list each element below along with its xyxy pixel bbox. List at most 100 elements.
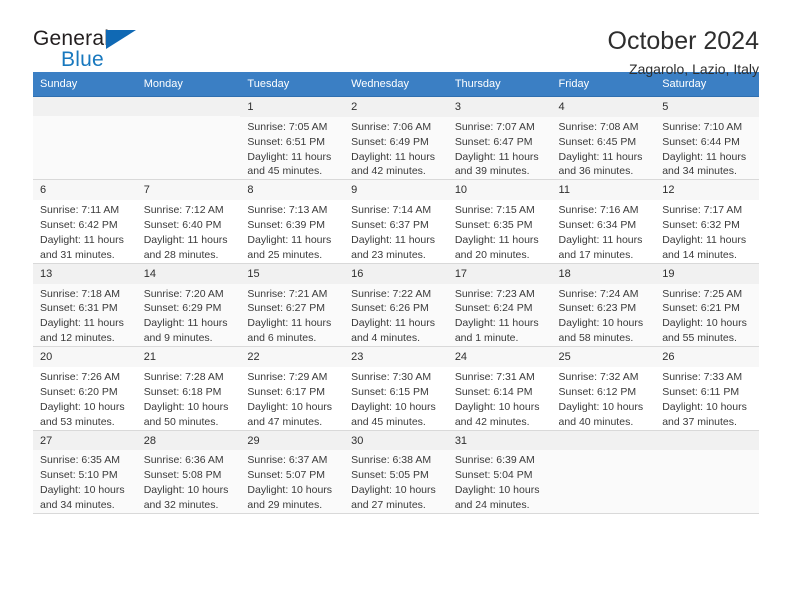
day-sun-info: Sunrise: 7:24 AM Sunset: 6:23 PM Daylight:… (552, 284, 656, 347)
day-sun-info: Sunrise: 7:28 AM Sunset: 6:18 PM Daylight:… (137, 367, 241, 430)
day-number: 20 (33, 347, 137, 367)
sunset-text: Sunset: 6:21 PM (662, 302, 740, 315)
sunset-text: Sunset: 5:07 PM (247, 469, 326, 482)
sunset-text: Sunset: 6:51 PM (247, 135, 326, 148)
calendar-day-cell[interactable]: 15 Sunrise: 7:21 AM Sunset: 6:27 PM Dayligh… (240, 262, 345, 348)
calendar-day-cell[interactable]: 8 Sunrise: 7:13 AM Sunset: 6:39 PM Daylight… (240, 179, 345, 264)
day-number: 16 (344, 263, 448, 284)
daylight-text: Daylight: 10 hours and 50 minutes. (143, 400, 229, 428)
calendar-page: General Blue October 2024 Zagarolo, Lazi… (0, 0, 792, 612)
sunset-text: Sunset: 6:20 PM (40, 385, 118, 398)
day-sun-info: Sunrise: 7:25 AM Sunset: 6:21 PM Daylight:… (655, 284, 759, 347)
sunrise-text: Sunrise: 7:16 AM (558, 204, 639, 217)
calendar-day-cell[interactable]: 28 Sunrise: 6:36 AM Sunset: 5:08 PM Dayligh… (136, 429, 241, 514)
day-sun-info: Sunrise: 7:16 AM Sunset: 6:34 PM Daylight:… (552, 200, 656, 263)
calendar-body: 1 Sunrise: 7:05 AM Sunset: 6:51 PM Daylight… (33, 95, 759, 514)
day-sun-info: Sunrise: 7:14 AM Sunset: 6:37 PM Daylight:… (344, 200, 448, 263)
calendar-day-cell[interactable]: 11 Sunrise: 7:16 AM Sunset: 6:34 PM Dayligh… (551, 179, 656, 264)
calendar-table: Sunday Monday Tuesday Wednesday Thursday… (33, 72, 759, 514)
sunset-text: Sunset: 6:47 PM (454, 135, 533, 148)
calendar-day-cell[interactable]: 2 Sunrise: 7:06 AM Sunset: 6:49 PM Daylight… (344, 95, 448, 181)
day-sun-info: Sunrise: 7:12 AM Sunset: 6:40 PM Daylight:… (137, 200, 241, 263)
sunset-text: Sunset: 5:04 PM (454, 469, 533, 482)
calendar-day-cell[interactable]: 23 Sunrise: 7:30 AM Sunset: 6:15 PM Dayligh… (344, 346, 448, 431)
calendar-day-cell[interactable]: 29 Sunrise: 6:37 AM Sunset: 5:07 PM Dayligh… (240, 429, 345, 514)
daylight-text: Daylight: 10 hours and 53 minutes. (40, 400, 125, 428)
triangle-logo-icon (106, 30, 136, 49)
sunset-text: Sunset: 6:35 PM (454, 219, 533, 232)
calendar-week-row: 27 Sunrise: 6:35 AM Sunset: 5:10 PM Dayligh… (33, 429, 759, 514)
weekday-header-monday: Monday (136, 72, 241, 97)
calendar-day-cell[interactable]: 10 Sunrise: 7:15 AM Sunset: 6:35 PM Dayligh… (447, 179, 552, 264)
calendar-day-cell[interactable]: 18 Sunrise: 7:24 AM Sunset: 6:23 PM Dayligh… (551, 262, 656, 348)
day-sun-info: Sunrise: 7:23 AM Sunset: 6:24 PM Daylight:… (448, 284, 552, 347)
sunrise-text: Sunrise: 7:10 AM (662, 120, 743, 133)
calendar-cell-empty (655, 429, 759, 514)
daylight-text: Daylight: 10 hours and 37 minutes. (662, 400, 747, 428)
day-sun-info: Sunrise: 7:17 AM Sunset: 6:32 PM Daylight:… (655, 200, 759, 263)
day-sun-info: Sunrise: 7:21 AM Sunset: 6:27 PM Daylight:… (240, 284, 344, 347)
day-sun-info: Sunrise: 7:06 AM Sunset: 6:49 PM Daylight:… (344, 117, 448, 180)
calendar-day-cell[interactable]: 3 Sunrise: 7:07 AM Sunset: 6:47 PM Daylight… (447, 95, 552, 181)
calendar-day-cell[interactable]: 12 Sunrise: 7:17 AM Sunset: 6:32 PM Dayligh… (655, 179, 759, 264)
calendar-day-cell[interactable]: 22 Sunrise: 7:29 AM Sunset: 6:17 PM Dayligh… (240, 346, 345, 431)
day-sun-info: Sunrise: 7:20 AM Sunset: 6:29 PM Daylight:… (137, 284, 241, 347)
day-number: 27 (33, 430, 137, 451)
calendar-day-cell[interactable]: 7 Sunrise: 7:12 AM Sunset: 6:40 PM Daylight… (136, 179, 241, 264)
day-number: 22 (240, 347, 345, 367)
location-subtitle: Zagarolo, Lazio, Italy (629, 61, 759, 77)
brand-logo[interactable]: General Blue (33, 27, 153, 75)
sunrise-text: Sunrise: 7:17 AM (662, 204, 743, 217)
calendar-day-cell[interactable]: 9 Sunrise: 7:14 AM Sunset: 6:37 PM Daylight… (344, 179, 448, 264)
page-header: General Blue October 2024 Zagarolo, Lazi… (33, 0, 759, 77)
calendar-day-cell[interactable]: 25 Sunrise: 7:32 AM Sunset: 6:12 PM Dayligh… (551, 346, 656, 431)
sunset-text: Sunset: 6:14 PM (454, 385, 533, 398)
day-sun-info: Sunrise: 7:07 AM Sunset: 6:47 PM Daylight:… (448, 117, 552, 180)
sunrise-text: Sunrise: 7:05 AM (247, 120, 328, 133)
sunrise-text: Sunrise: 7:33 AM (662, 370, 743, 383)
daylight-text: Daylight: 10 hours and 42 minutes. (454, 400, 540, 428)
day-number: 8 (240, 180, 345, 201)
calendar-day-cell[interactable]: 27 Sunrise: 6:35 AM Sunset: 5:10 PM Dayligh… (33, 429, 137, 514)
daylight-text: Daylight: 10 hours and 32 minutes. (143, 484, 229, 511)
calendar-day-cell[interactable]: 13 Sunrise: 7:18 AM Sunset: 6:31 PM Dayligh… (33, 262, 137, 348)
calendar-day-cell[interactable]: 26 Sunrise: 7:33 AM Sunset: 6:11 PM Dayligh… (655, 346, 759, 431)
day-sun-info: Sunrise: 7:11 AM Sunset: 6:42 PM Daylight:… (33, 200, 137, 263)
calendar-day-cell[interactable]: 20 Sunrise: 7:26 AM Sunset: 6:20 PM Dayligh… (33, 346, 137, 431)
calendar-day-cell[interactable]: 5 Sunrise: 7:10 AM Sunset: 6:44 PM Daylight… (655, 95, 759, 181)
calendar-day-cell[interactable]: 14 Sunrise: 7:20 AM Sunset: 6:29 PM Dayligh… (136, 262, 241, 348)
sunset-text: Sunset: 6:37 PM (351, 219, 429, 232)
sunrise-text: Sunrise: 7:07 AM (454, 120, 535, 133)
calendar-day-cell[interactable]: 16 Sunrise: 7:22 AM Sunset: 6:26 PM Dayligh… (344, 262, 448, 348)
calendar-day-cell[interactable]: 24 Sunrise: 7:31 AM Sunset: 6:14 PM Dayligh… (447, 346, 552, 431)
sunset-text: Sunset: 5:10 PM (40, 469, 118, 482)
sunset-text: Sunset: 6:40 PM (143, 219, 222, 232)
calendar-day-cell[interactable]: 4 Sunrise: 7:08 AM Sunset: 6:45 PM Daylight… (551, 95, 656, 181)
calendar-day-cell[interactable]: 30 Sunrise: 6:38 AM Sunset: 5:05 PM Dayligh… (344, 429, 448, 514)
sunset-text: Sunset: 6:32 PM (662, 219, 740, 232)
sunrise-text: Sunrise: 7:30 AM (351, 370, 432, 383)
sunrise-text: Sunrise: 6:38 AM (351, 454, 432, 467)
calendar-day-cell[interactable]: 6 Sunrise: 7:11 AM Sunset: 6:42 PM Daylight… (33, 179, 137, 264)
daylight-text: Daylight: 11 hours and 28 minutes. (143, 233, 228, 261)
day-sun-info: Sunrise: 7:10 AM Sunset: 6:44 PM Daylight:… (655, 117, 759, 180)
day-sun-info: Sunrise: 7:29 AM Sunset: 6:17 PM Daylight:… (240, 367, 344, 430)
calendar-day-cell[interactable]: 1 Sunrise: 7:05 AM Sunset: 6:51 PM Daylight… (240, 95, 345, 181)
calendar-day-cell[interactable]: 31 Sunrise: 6:39 AM Sunset: 5:04 PM Dayligh… (447, 429, 552, 514)
sunrise-text: Sunrise: 7:32 AM (558, 370, 639, 383)
sunrise-text: Sunrise: 7:22 AM (351, 287, 432, 300)
day-sun-info: Sunrise: 7:32 AM Sunset: 6:12 PM Daylight:… (552, 367, 656, 430)
calendar-day-cell[interactable]: 19 Sunrise: 7:25 AM Sunset: 6:21 PM Dayligh… (655, 262, 759, 348)
daylight-text: Daylight: 11 hours and 9 minutes. (143, 317, 228, 345)
daylight-text: Daylight: 10 hours and 47 minutes. (247, 400, 333, 428)
calendar-day-cell[interactable]: 17 Sunrise: 7:23 AM Sunset: 6:24 PM Dayligh… (447, 262, 552, 348)
sunrise-text: Sunrise: 6:36 AM (143, 454, 224, 467)
day-number: 4 (551, 97, 656, 117)
sunrise-text: Sunrise: 7:08 AM (558, 120, 639, 133)
calendar-week-row: 13 Sunrise: 7:18 AM Sunset: 6:31 PM Dayligh… (33, 262, 759, 348)
daylight-text: Daylight: 10 hours and 40 minutes. (558, 400, 644, 428)
day-number: 26 (655, 347, 759, 367)
day-sun-info: Sunrise: 7:33 AM Sunset: 6:11 PM Daylight:… (655, 367, 759, 430)
day-number: 18 (551, 263, 656, 284)
calendar-day-cell[interactable]: 21 Sunrise: 7:28 AM Sunset: 6:18 PM Dayligh… (136, 346, 241, 431)
